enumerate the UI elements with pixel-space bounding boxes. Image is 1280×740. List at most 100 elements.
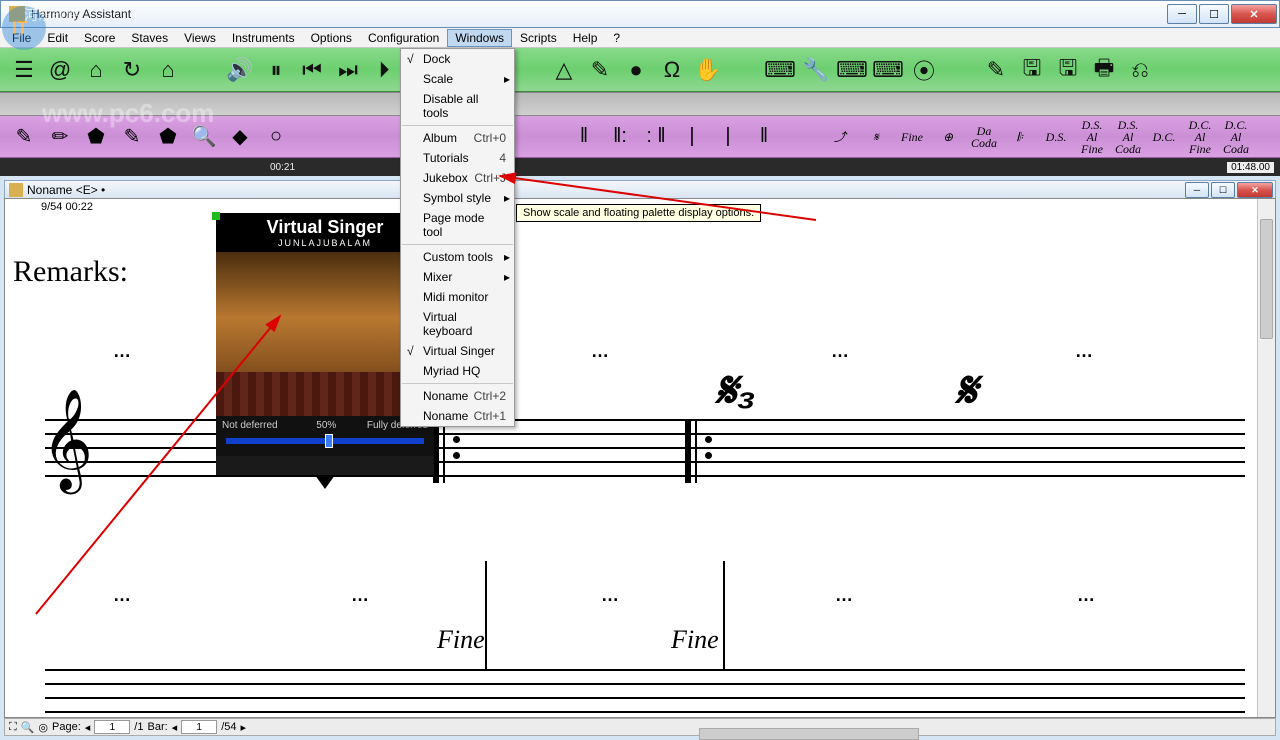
edit-tool-icon[interactable]: ◆ xyxy=(226,123,254,151)
menu-options[interactable]: Options xyxy=(303,29,360,47)
doc-minimize-button[interactable] xyxy=(1185,182,1209,198)
mark-tool[interactable]: D.C. Al Coda xyxy=(1222,123,1250,151)
mark-tool[interactable]: D.C. xyxy=(1150,123,1178,151)
menu-item-virtual-keyboard[interactable]: Virtual keyboard xyxy=(401,307,514,341)
barline-icon[interactable]: ‖ xyxy=(570,123,598,151)
menu-item-midi-monitor[interactable]: Midi monitor xyxy=(401,287,514,307)
toolbar-icon[interactable]: ● xyxy=(622,56,650,84)
menu-instruments[interactable]: Instruments xyxy=(224,29,303,47)
menu-scripts[interactable]: Scripts xyxy=(512,29,565,47)
page-label: Page: xyxy=(52,721,81,733)
toolbar-icon[interactable]: ✋ xyxy=(694,56,722,84)
play-icon[interactable] xyxy=(315,475,335,489)
toolbar-icon[interactable]: 🖶 xyxy=(1090,56,1118,84)
barline-icon[interactable]: | xyxy=(678,123,706,151)
toolbar-icon[interactable]: ⌨ xyxy=(838,56,866,84)
page-input[interactable] xyxy=(94,720,130,734)
score-area[interactable]: 9/54 00:22 Remarks: … … … … 𝄋₂ 𝄋₃ 𝄋 𝄞 … … xyxy=(4,198,1276,718)
mark-tool[interactable]: ⤴ xyxy=(826,123,854,151)
toolbar-icon[interactable]: 🖫 xyxy=(1018,56,1046,84)
bar-prev[interactable]: ◂ xyxy=(172,721,178,734)
mark-tool[interactable]: D.S. xyxy=(1042,123,1070,151)
menu-item-scale[interactable]: Scale▸ xyxy=(401,69,514,89)
doc-maximize-button[interactable] xyxy=(1211,182,1235,198)
menu-views[interactable]: Views xyxy=(176,29,224,47)
bar-input[interactable] xyxy=(181,720,217,734)
resize-handle[interactable] xyxy=(212,212,220,220)
mode-icon[interactable]: ⛶ xyxy=(9,721,17,734)
menu-windows[interactable]: Windows xyxy=(447,29,512,47)
mark-tool[interactable]: D.C. Al Fine xyxy=(1186,123,1214,151)
toolbar-icon[interactable]: Ω xyxy=(658,56,686,84)
mark-tool[interactable]: ⊕ xyxy=(934,123,962,151)
toolbar-icon[interactable]: ⦿ xyxy=(910,56,938,84)
toolbar-icon[interactable]: ↻ xyxy=(118,56,146,84)
bar-next[interactable]: ▸ xyxy=(241,721,247,734)
staff-2[interactable] xyxy=(45,669,1245,718)
toolbar-icon[interactable]: ⏵ xyxy=(370,56,398,84)
toolbar-icon[interactable]: ⌂ xyxy=(82,56,110,84)
vertical-scrollbar[interactable] xyxy=(1257,199,1275,717)
toolbar-icon[interactable]: ⏭ xyxy=(334,56,362,84)
toolbar-icon[interactable]: ⌨ xyxy=(874,56,902,84)
toolbar-icon[interactable]: ⌨ xyxy=(766,56,794,84)
mark-tool[interactable]: 𝄆 xyxy=(1006,123,1034,151)
menu-configuration[interactable]: Configuration xyxy=(360,29,447,47)
menu-item-tutorials[interactable]: Tutorials4 xyxy=(401,148,514,168)
toolbar-icon[interactable]: 🔧 xyxy=(802,56,830,84)
mark-tool[interactable]: Da Coda xyxy=(970,123,998,151)
toolbar-icon[interactable]: ✎ xyxy=(982,56,1010,84)
repeat-dot xyxy=(453,436,460,443)
maximize-button[interactable] xyxy=(1199,4,1229,24)
menu-item-dock[interactable]: √Dock xyxy=(401,49,514,69)
menu-item-mixer[interactable]: Mixer▸ xyxy=(401,267,514,287)
menu-staves[interactable]: Staves xyxy=(123,29,176,47)
zoom-icon[interactable]: 🔍 xyxy=(21,721,35,734)
doc-close-button[interactable] xyxy=(1237,182,1273,198)
page-prev[interactable]: ◂ xyxy=(85,721,91,734)
menubar[interactable]: FileEditScoreStavesViewsInstrumentsOptio… xyxy=(0,28,1280,48)
menu-item-jukebox[interactable]: JukeboxCtrl+J xyxy=(401,168,514,188)
toolbar-icon[interactable]: ⌂ xyxy=(154,56,182,84)
toolbar-icon[interactable]: 🔊 xyxy=(226,56,254,84)
edit-tool-icon[interactable]: ✎ xyxy=(10,123,38,151)
menu-item-noname[interactable]: NonameCtrl+2 xyxy=(401,386,514,406)
target-icon[interactable]: ◎ xyxy=(38,721,48,734)
time-ruler[interactable]: 00:21 01:48.00 xyxy=(0,158,1280,176)
menu-item-page-mode-tool[interactable]: Page mode tool xyxy=(401,208,514,242)
close-button[interactable] xyxy=(1231,4,1277,24)
minimize-button[interactable] xyxy=(1167,4,1197,24)
ruler-time-left: 00:21 xyxy=(270,162,295,173)
menu-item-album[interactable]: AlbumCtrl+0 xyxy=(401,128,514,148)
menu-item-custom-tools[interactable]: Custom tools▸ xyxy=(401,247,514,267)
mark-tool[interactable]: 𝄋 xyxy=(862,123,890,151)
mark-tool[interactable]: D.S. Al Coda xyxy=(1114,123,1142,151)
toolbar-icon[interactable]: ⏸ xyxy=(262,56,290,84)
menu-item-symbol-style[interactable]: Symbol style▸ xyxy=(401,188,514,208)
barline-icon[interactable]: ‖: xyxy=(606,123,634,151)
edit-tool-icon[interactable]: ○ xyxy=(262,123,290,151)
barline-icon[interactable]: ‖ xyxy=(750,123,778,151)
toolbar-icon[interactable]: △ xyxy=(550,56,578,84)
menu-help[interactable]: Help xyxy=(565,29,606,47)
barline-icon[interactable]: : ‖ xyxy=(642,123,670,151)
menu-?[interactable]: ? xyxy=(605,29,628,47)
scroll-thumb[interactable] xyxy=(699,728,919,740)
segno-mark: 𝄋₃ xyxy=(715,361,756,420)
toolbar-icon[interactable]: 🖫 xyxy=(1054,56,1082,84)
toolbar-icon[interactable]: ⏮ xyxy=(298,56,326,84)
mark-tool[interactable]: D.S. Al Fine xyxy=(1078,123,1106,151)
barline-icon[interactable]: | xyxy=(714,123,742,151)
toolbar-icon[interactable]: ✎ xyxy=(586,56,614,84)
menu-item-noname[interactable]: NonameCtrl+1 xyxy=(401,406,514,426)
menu-item-virtual-singer[interactable]: √Virtual Singer xyxy=(401,341,514,361)
titlebar: Harmony Assistant xyxy=(0,0,1280,28)
scroll-thumb[interactable] xyxy=(1260,219,1273,339)
menu-item-disable-all-tools[interactable]: Disable all tools xyxy=(401,89,514,123)
toolbar-icon[interactable]: ⎌ xyxy=(1126,56,1154,84)
mark-tool[interactable]: Fine xyxy=(898,123,926,151)
logo-overlay: IT 河东软件园 xyxy=(0,0,80,60)
menu-item-myriad-hq[interactable]: Myriad HQ xyxy=(401,361,514,381)
menu-score[interactable]: Score xyxy=(76,29,123,47)
slider-handle[interactable] xyxy=(325,434,333,448)
